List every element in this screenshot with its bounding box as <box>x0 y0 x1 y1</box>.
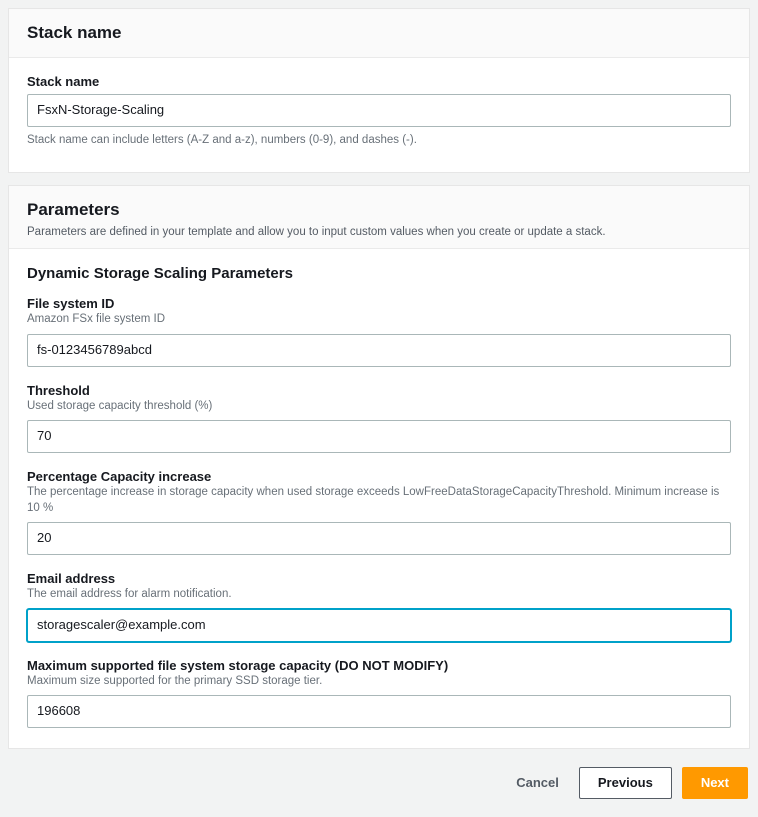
stack-name-panel-header: Stack name <box>9 9 749 58</box>
parameters-panel-body: Dynamic Storage Scaling Parameters File … <box>9 249 749 748</box>
previous-button[interactable]: Previous <box>579 767 672 799</box>
max-capacity-field: Maximum supported file system storage ca… <box>27 658 731 728</box>
stack-name-panel: Stack name Stack name Stack name can inc… <box>8 8 750 173</box>
cancel-button[interactable]: Cancel <box>506 768 569 798</box>
email-label: Email address <box>27 571 731 586</box>
page-root: Stack name Stack name Stack name can inc… <box>0 0 758 817</box>
email-input[interactable] <box>27 609 731 642</box>
threshold-input[interactable] <box>27 420 731 453</box>
stack-name-label: Stack name <box>27 74 731 89</box>
stack-name-panel-body: Stack name Stack name can include letter… <box>9 58 749 172</box>
threshold-help: Used storage capacity threshold (%) <box>27 399 731 415</box>
stack-name-input[interactable] <box>27 94 731 127</box>
stack-name-constraint: Stack name can include letters (A-Z and … <box>27 133 731 149</box>
file-system-id-help: Amazon FSx file system ID <box>27 312 731 328</box>
file-system-id-field: File system ID Amazon FSx file system ID <box>27 296 731 366</box>
parameters-panel: Parameters Parameters are defined in you… <box>8 185 750 749</box>
max-capacity-help: Maximum size supported for the primary S… <box>27 674 731 690</box>
threshold-field: Threshold Used storage capacity threshol… <box>27 383 731 453</box>
stack-name-title: Stack name <box>27 23 731 43</box>
parameters-section-title: Dynamic Storage Scaling Parameters <box>27 265 731 282</box>
pct-increase-field: Percentage Capacity increase The percent… <box>27 469 731 555</box>
max-capacity-label: Maximum supported file system storage ca… <box>27 658 731 673</box>
file-system-id-label: File system ID <box>27 296 731 311</box>
parameters-panel-header: Parameters Parameters are defined in you… <box>9 186 749 249</box>
email-help: The email address for alarm notification… <box>27 587 731 603</box>
email-field: Email address The email address for alar… <box>27 571 731 641</box>
pct-increase-help: The percentage increase in storage capac… <box>27 485 731 516</box>
threshold-label: Threshold <box>27 383 731 398</box>
parameters-title: Parameters <box>27 200 731 220</box>
parameters-subtext: Parameters are defined in your template … <box>27 226 731 238</box>
next-button[interactable]: Next <box>682 767 748 799</box>
file-system-id-input[interactable] <box>27 334 731 367</box>
pct-increase-label: Percentage Capacity increase <box>27 469 731 484</box>
max-capacity-input[interactable] <box>27 695 731 728</box>
pct-increase-input[interactable] <box>27 522 731 555</box>
stack-name-field: Stack name Stack name can include letter… <box>27 74 731 148</box>
wizard-footer: Cancel Previous Next <box>8 761 750 799</box>
